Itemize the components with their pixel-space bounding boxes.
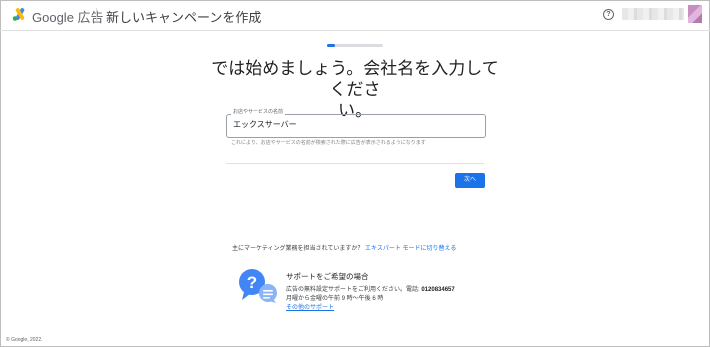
next-button[interactable]: 次へ xyxy=(455,173,485,188)
expert-mode-prompt: 主にマーケティング業務を担当されていますか？ エキスパート モードに切り替える xyxy=(232,243,456,252)
app-header: Google 広告 新しいキャンペーンを作成 ? xyxy=(0,0,710,31)
copyright: © Google, 2022. xyxy=(6,337,43,343)
help-circle-icon[interactable]: ? xyxy=(603,9,614,20)
svg-text:?: ? xyxy=(247,273,257,292)
google-ads-logo-icon[interactable] xyxy=(12,7,28,21)
more-support-link[interactable]: その他のサポート xyxy=(286,302,334,311)
support-hours: 月曜から金曜の午前 9 時〜午後 6 時 xyxy=(286,296,384,302)
header-divider xyxy=(96,8,97,22)
business-name-input[interactable] xyxy=(233,120,473,129)
heading-line-1: では始めましょう。会社名を入力してくださ xyxy=(211,59,499,99)
account-email-redacted[interactable] xyxy=(622,8,684,20)
support-chat-icon: ? xyxy=(239,269,277,303)
business-name-field[interactable] xyxy=(226,114,486,138)
page-title: 新しいキャンペーンを作成 xyxy=(106,10,262,25)
support-phone[interactable]: 0120834657 xyxy=(421,287,454,293)
field-helper-text: これにより、お店やサービスの名前が検索された際に広告が表示されるようになります xyxy=(231,140,426,146)
brand-name[interactable]: Google 広告 xyxy=(32,7,104,26)
expert-mode-question: 主にマーケティング業務を担当されていますか？ xyxy=(232,246,364,252)
progress-bar xyxy=(327,44,383,47)
expert-mode-link[interactable]: エキスパート モードに切り替える xyxy=(365,246,456,252)
support-title: サポートをご希望の場合 xyxy=(286,272,369,281)
section-divider xyxy=(226,163,484,164)
support-description: 広告の無料設定サポートをご利用ください。電話: 0120834657 xyxy=(286,284,455,293)
progress-fill xyxy=(327,44,336,47)
avatar[interactable] xyxy=(688,5,702,23)
business-name-label: お店やサービスの名前 xyxy=(231,108,286,115)
